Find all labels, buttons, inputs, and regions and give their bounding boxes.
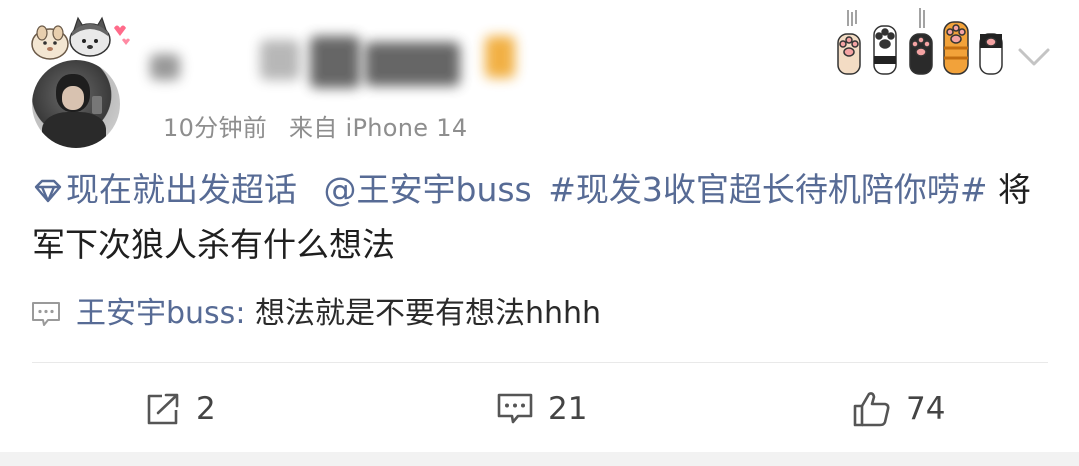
super-topic-text: 现在就出发超话 [66,170,297,209]
post-meta: 10分钟前 来自 iPhone 14 [163,108,481,143]
post-source: 来自 iPhone 14 [288,114,468,142]
feed-separator [0,452,1079,466]
author-name[interactable] [150,32,530,92]
pet-pendant-icon [31,16,130,60]
comment-count: 21 [548,391,588,427]
blur-mask [150,54,180,80]
like-count: 74 [906,391,946,427]
like-button[interactable]: 74 [852,384,945,434]
blur-mask [260,40,300,80]
avatar-container[interactable] [22,14,132,148]
repost-icon [147,393,179,425]
super-topic-link[interactable]: 现在就出发超话 [32,170,297,209]
mention-link[interactable]: @王安宇buss [324,170,532,209]
comment-text: 想法就是不要有想法hhhh [245,296,602,331]
hashtag-link[interactable]: #现发3收官超长待机陪你 [548,170,927,209]
comment-bubble-icon [32,302,60,326]
hashtag-link-continued[interactable]: 唠# [927,170,988,209]
thumbs-up-icon [853,392,890,427]
blur-mask [365,42,460,86]
blur-mask [310,36,360,88]
diamond-icon [34,179,62,203]
comment-author[interactable]: 王安宇buss: [76,296,245,331]
comment-button[interactable]: 21 [496,384,587,434]
cat-paw-decoration-icon [837,8,1003,75]
divider [32,362,1048,363]
avatar-figure-body [42,112,106,148]
post-content: 现在就出发超话 @王安宇buss #现发3收官超长待机陪你唠# 将军下次狼人杀有… [32,162,1042,272]
repost-button[interactable]: 2 [144,384,216,434]
avatar[interactable] [32,60,120,148]
post-time: 10分钟前 [163,114,268,142]
comment-icon [497,393,533,424]
avatar-figure-face [62,86,84,110]
chevron-down-icon[interactable] [1014,42,1054,70]
avatar-figure-phone [92,96,102,114]
vip-badge-icon [485,36,515,78]
repost-count: 2 [196,391,216,427]
weibo-post-card: 10分钟前 来自 iPhone 14 现在就出发超话 @王安宇buss #现发3… [0,0,1079,452]
comment-preview[interactable]: 王安宇buss: 想法就是不要有想法hhhh [30,292,601,336]
